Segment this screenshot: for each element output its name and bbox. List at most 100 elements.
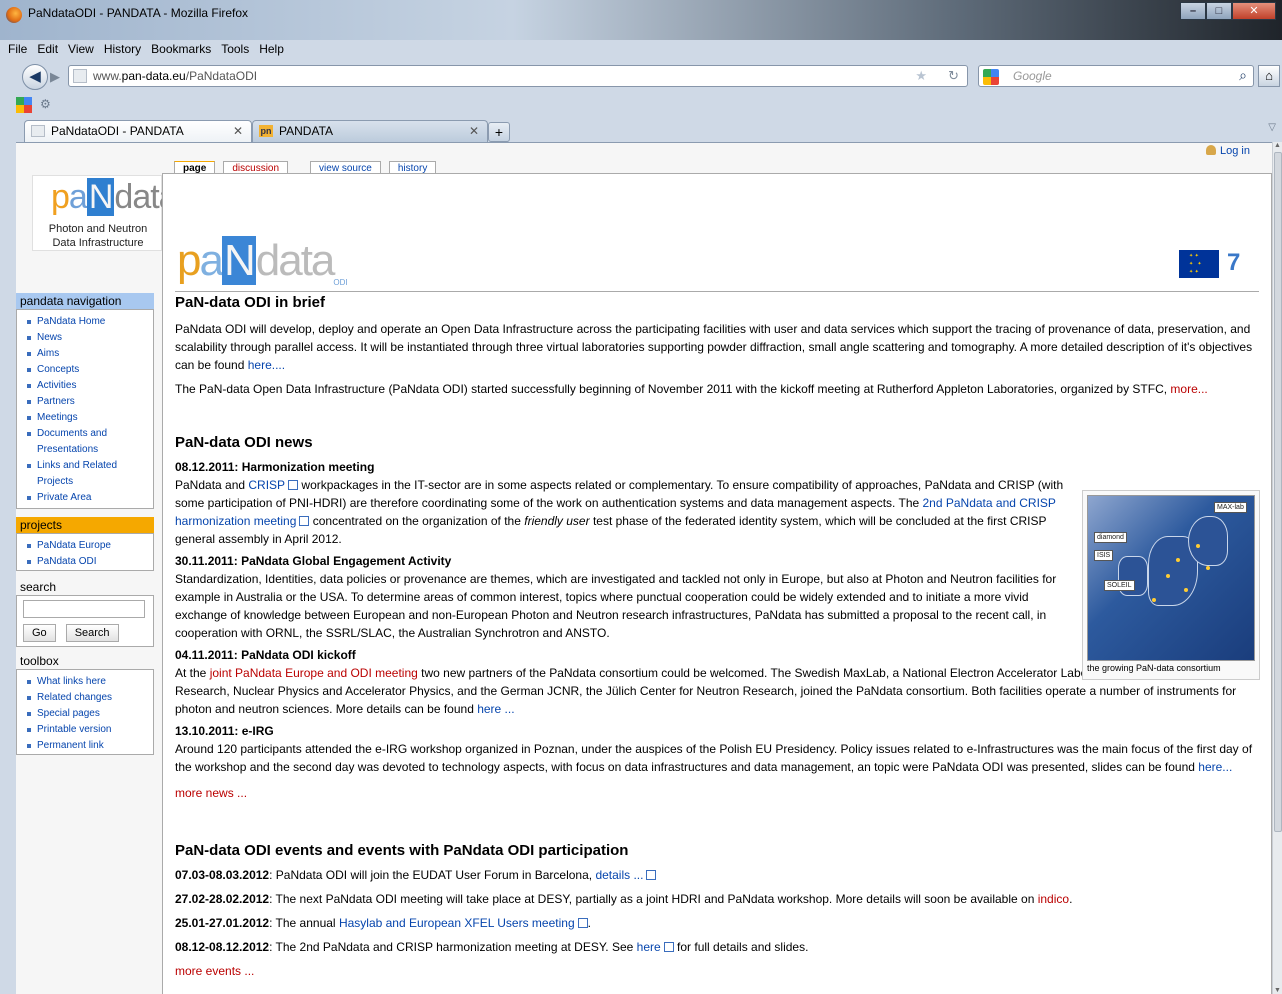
map-label-soleil: SOLEIL (1104, 580, 1135, 591)
tab-label: PaNdataODI - PANDATA (51, 124, 184, 138)
crisp-link[interactable]: CRISP (248, 478, 285, 492)
event-item-4: 08.12-08.12.2012: The 2nd PaNdata and CR… (175, 940, 809, 954)
tab-close-icon[interactable]: ✕ (469, 121, 479, 141)
hasylab-meeting-link[interactable]: Hasylab and European XFEL Users meeting (339, 916, 575, 930)
firefox-icon (6, 7, 22, 23)
menu-tools[interactable]: Tools (221, 40, 249, 58)
new-tab-button[interactable]: + (488, 122, 510, 142)
tab-list-chevron-icon[interactable]: ▽ (1268, 122, 1276, 133)
sidebar-item-pandata-odi[interactable]: PaNdata ODI (23, 554, 151, 570)
menu-file[interactable]: File (8, 40, 27, 58)
external-link-icon (288, 480, 299, 490)
projects-portlet: PaNdata Europe PaNdata ODI (16, 533, 154, 571)
more-events-link[interactable]: more events ... (175, 964, 254, 978)
bookmark-gear-icon[interactable]: ⚙ (40, 97, 51, 111)
page-favicon (31, 125, 45, 137)
tab-pandataodi[interactable]: PaNdataODI - PANDATA ✕ (24, 120, 252, 142)
nav-portlet: PaNdata Home News Aims Concepts Activiti… (16, 309, 154, 509)
lock-icon (663, 942, 674, 952)
main-content: paNdataODI 7 PaN-data ODI in brief PaNda… (162, 173, 1272, 994)
kickoff-here-link[interactable]: here ... (477, 702, 514, 716)
navigation-toolbar: ◀ ▶ www.pan-data.eu/PaNdataODI ★ ↻ Googl… (0, 60, 1282, 90)
toolbox-special-pages[interactable]: Special pages (23, 706, 151, 722)
tab-strip: PaNdataODI - PANDATA ✕ pn PANDATA ✕ + ▽ (0, 118, 1282, 142)
url-bar[interactable]: www.pan-data.eu/PaNdataODI ★ ↻ (68, 65, 968, 87)
event-item-3: 25.01-27.01.2012: The annual Hasylab and… (175, 916, 591, 930)
wiki-search-input[interactable] (23, 600, 145, 618)
menu-history[interactable]: History (104, 40, 141, 58)
reload-icon[interactable]: ↻ (948, 68, 959, 84)
search-bar[interactable]: Google ⌕ (978, 65, 1254, 87)
toolbox-permanent-link[interactable]: Permanent link (23, 738, 151, 754)
minimize-button[interactable]: – (1180, 2, 1206, 20)
sidebar-item-private-area[interactable]: Private Area (23, 490, 151, 506)
pandata-favicon: pn (259, 125, 273, 137)
sidebar-item-documents[interactable]: Documents and Presentations (23, 426, 151, 458)
close-window-button[interactable]: ✕ (1232, 2, 1276, 20)
europe-map-image[interactable]: diamond ISIS SOLEIL MAX-lab (1087, 495, 1255, 661)
window-title: PaNdataODI - PANDATA - Mozilla Firefox (28, 6, 249, 20)
harmonization-here-link[interactable]: here (637, 940, 661, 954)
news-item-eirg: 13.10.2011: e-IRG Around 120 participant… (175, 724, 1253, 774)
forward-button[interactable]: ▶ (50, 69, 60, 85)
sidebar-item-links[interactable]: Links and Related Projects (23, 458, 151, 490)
sidebar-item-aims[interactable]: Aims (23, 346, 151, 362)
search-placeholder: Google (1013, 69, 1052, 83)
events-heading: PaN-data ODI events and events with PaNd… (175, 842, 629, 859)
page-scrollbar[interactable]: ▲ ▼ (1272, 142, 1282, 994)
eirg-here-link[interactable]: here... (1198, 760, 1232, 774)
google-bookmark-icon[interactable] (16, 97, 32, 113)
maximize-button[interactable]: □ (1206, 2, 1232, 20)
sidebar-item-concepts[interactable]: Concepts (23, 362, 151, 378)
more-news-link[interactable]: more news ... (175, 786, 247, 800)
user-icon (1206, 145, 1217, 155)
scrollbar-thumb[interactable] (1274, 152, 1282, 832)
joint-meeting-link[interactable]: joint PaNdata Europe and ODI meeting (210, 666, 418, 680)
news-item-harmonization: 08.12.2011: Harmonization meeting PaNdat… (175, 460, 1064, 546)
brief-here-link[interactable]: here.... (248, 358, 285, 372)
toolbox-what-links-here[interactable]: What links here (23, 674, 151, 690)
pandata-logo-wordmark: paNdata (51, 178, 178, 216)
search-icon[interactable]: ⌕ (1239, 67, 1247, 84)
eudat-details-link[interactable]: details ... (595, 868, 643, 882)
menu-view[interactable]: View (68, 40, 94, 58)
consortium-map-thumbnail[interactable]: diamond ISIS SOLEIL MAX-lab the growing … (1082, 490, 1260, 680)
url-text[interactable]: www.pan-data.eu/PaNdataODI (93, 69, 257, 83)
sidebar-item-pandata-europe[interactable]: PaNdata Europe (23, 538, 151, 554)
scroll-up-icon[interactable]: ▲ (1274, 142, 1281, 149)
search-button[interactable]: Search (65, 624, 119, 642)
site-identity-icon[interactable] (73, 69, 87, 83)
tab-label: PANDATA (279, 124, 334, 138)
thumbnail-caption: the growing PaN-data consortium (1087, 663, 1221, 673)
search-portlet: Go Search (16, 595, 154, 647)
bookmark-star-icon[interactable]: ★ (915, 68, 927, 84)
go-button[interactable]: Go (23, 624, 56, 642)
toolbox-printable-version[interactable]: Printable version (23, 722, 151, 738)
more-news-row: more news ... (175, 784, 1261, 802)
sidebar-item-news[interactable]: News (23, 330, 151, 346)
menu-help[interactable]: Help (259, 40, 284, 58)
page-banner: paNdataODI 7 (175, 196, 1259, 292)
login-link[interactable]: Log in (1206, 145, 1250, 157)
tab-close-icon[interactable]: ✕ (233, 121, 243, 141)
sidebar-item-meetings[interactable]: Meetings (23, 410, 151, 426)
nav-portlet-title: pandata navigation (16, 293, 154, 309)
indico-link[interactable]: indico (1038, 892, 1069, 906)
menu-bar: File Edit View History Bookmarks Tools H… (0, 40, 1282, 58)
bookmarks-toolbar: ⚙ (0, 94, 1282, 116)
scroll-down-icon[interactable]: ▼ (1274, 987, 1281, 994)
home-button[interactable]: ⌂ (1258, 65, 1280, 87)
menu-edit[interactable]: Edit (37, 40, 58, 58)
back-button[interactable]: ◀ (22, 64, 48, 90)
menu-bookmarks[interactable]: Bookmarks (151, 40, 211, 58)
sidebar-item-activities[interactable]: Activities (23, 378, 151, 394)
sidebar-item-partners[interactable]: Partners (23, 394, 151, 410)
toolbox-related-changes[interactable]: Related changes (23, 690, 151, 706)
tab-pandata[interactable]: pn PANDATA ✕ (252, 120, 488, 142)
google-icon[interactable] (983, 69, 999, 85)
sidebar-item-pandata-home[interactable]: PaNdata Home (23, 314, 151, 330)
site-logo[interactable]: paNdata Photon and Neutron Data Infrastr… (32, 175, 178, 251)
map-label-maxlab: MAX-lab (1214, 502, 1247, 513)
window-controls: – □ ✕ (1180, 2, 1276, 20)
brief-more-link[interactable]: more... (1170, 382, 1207, 396)
